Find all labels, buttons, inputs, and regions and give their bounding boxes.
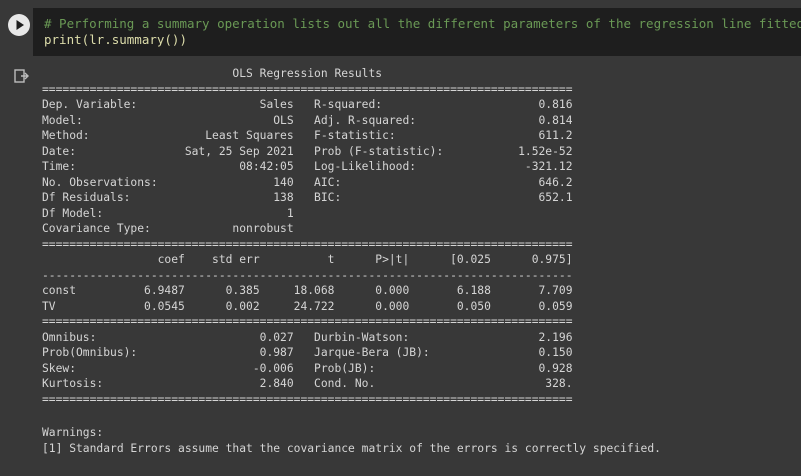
output-redirect-icon[interactable]	[13, 68, 29, 84]
warning-line-1: [1] Standard Errors assume that the cova…	[42, 442, 661, 455]
cell-output: OLS Regression Results =================…	[0, 60, 801, 476]
play-icon	[16, 20, 24, 30]
run-cell-button[interactable]	[8, 14, 30, 36]
code-comment[interactable]: # Performing a summary operation lists o…	[44, 16, 801, 32]
ols-summary-output: OLS Regression Results =================…	[42, 67, 573, 406]
warnings-header: Warnings:	[42, 426, 104, 439]
code-statement: print(lr.summary())	[44, 32, 187, 47]
code-cell[interactable]: # Performing a summary operation lists o…	[0, 0, 801, 60]
code-line-print[interactable]: print(lr.summary())	[44, 32, 187, 48]
